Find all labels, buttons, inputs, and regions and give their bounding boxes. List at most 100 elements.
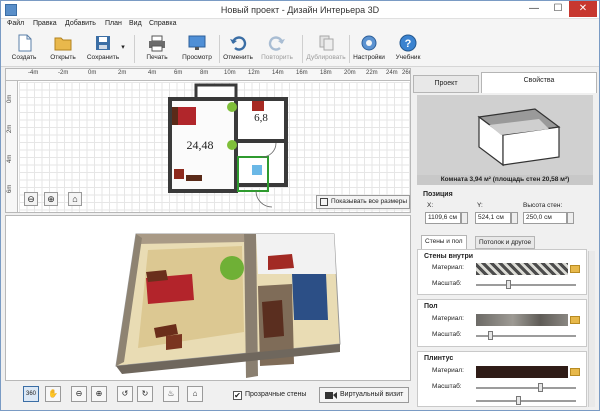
folder-icon[interactable] (570, 316, 580, 324)
panel-scrollbar[interactable] (588, 251, 595, 407)
desk-furniture[interactable] (186, 175, 202, 181)
gear-icon (361, 35, 377, 51)
material-label: Материал: (432, 315, 464, 322)
tab-walls-floor[interactable]: Стены и пол (421, 235, 467, 249)
pan-button[interactable]: ✋ (45, 386, 61, 402)
menu-edit[interactable]: Правка (33, 20, 57, 27)
y-spinner[interactable] (511, 212, 518, 224)
shower[interactable] (252, 165, 262, 175)
duplicate-button[interactable]: Дублировать (303, 33, 349, 65)
redo-icon (268, 36, 285, 51)
floor-plan[interactable]: 24,48 6,8 (156, 83, 306, 213)
3d-bathroom-tiles[interactable] (292, 274, 328, 320)
properties-panel: Проект Свойства Комната 3,94 м² (площадь… (413, 71, 597, 407)
transparent-walls-checkbox[interactable]: ✔ (233, 391, 242, 400)
floor-material-swatch[interactable] (476, 314, 568, 326)
tab-ceiling-other[interactable]: Потолок и другое (475, 236, 536, 249)
new-document-icon (18, 34, 32, 52)
minimize-button[interactable]: — (521, 1, 547, 17)
zoom-out-icon: ⊖ (75, 389, 83, 398)
zoom-out-3d-button[interactable]: ⊖ (71, 386, 87, 402)
home-3d-button[interactable]: ⌂ (187, 386, 203, 402)
open-button[interactable]: Открыть (43, 33, 83, 65)
material-label: Материал: (432, 264, 464, 271)
x-input[interactable]: 1109,6 см (425, 212, 461, 224)
3d-view[interactable] (5, 215, 411, 381)
zoom-in-3d-button[interactable]: ⊕ (91, 386, 107, 402)
tutorial-button[interactable]: ? Учебник (389, 33, 427, 65)
orbit-right-button[interactable]: ↻ (137, 386, 153, 402)
floor-group: Пол Материал: Масштаб: (417, 299, 587, 347)
3d-render[interactable] (6, 216, 411, 381)
walls-scale-slider[interactable] (476, 280, 576, 289)
save-dropdown-button[interactable]: ▾ (118, 33, 128, 65)
orbit-left-button[interactable]: ↺ (117, 386, 133, 402)
zoom-in-icon: ⊕ (95, 389, 103, 398)
room-preview (417, 95, 593, 181)
x-spinner[interactable] (461, 212, 468, 224)
svg-text:?: ? (405, 38, 412, 50)
3d-plant[interactable] (220, 256, 244, 280)
bathroom[interactable] (234, 139, 288, 187)
menu-file[interactable]: Файл (7, 20, 24, 27)
menu-help[interactable]: Справка (149, 20, 176, 27)
rotate-360-button[interactable]: 360 (23, 386, 39, 402)
home-button[interactable]: ⌂ (68, 192, 82, 206)
floppy-disk-icon (96, 36, 110, 50)
preview-button[interactable]: Просмотр (177, 33, 217, 65)
tab-project[interactable]: Проект (413, 75, 479, 93)
balcony-room[interactable] (194, 83, 238, 101)
help-icon: ? (399, 34, 417, 52)
home-icon: ⌂ (192, 389, 198, 398)
wall-height-spinner[interactable] (567, 212, 574, 224)
redo-button[interactable]: Повторить (255, 33, 299, 65)
scale-label: Масштаб: (432, 331, 462, 338)
folder-icon[interactable] (570, 265, 580, 273)
floor-scale-slider[interactable] (476, 331, 576, 340)
plinth-material-swatch[interactable] (476, 366, 568, 378)
plan-view[interactable]: -4m -2m 0m 2m 4m 6m 8m 10m 12m 14m 16m 1… (5, 68, 411, 213)
orbit-left-icon: ↺ (121, 389, 129, 398)
duplicate-icon (319, 35, 334, 51)
undo-icon (230, 36, 247, 51)
small-bed-furniture[interactable] (252, 101, 264, 111)
zoom-out-button[interactable]: ⊖ (24, 192, 38, 206)
maximize-button[interactable]: ☐ (545, 1, 571, 17)
menu-view[interactable]: Вид (129, 20, 142, 27)
3d-small-bed[interactable] (268, 254, 294, 270)
room-3d-preview (477, 108, 561, 167)
slider-thumb[interactable] (506, 280, 511, 289)
plinth-height-slider[interactable] (476, 396, 576, 405)
walls-material-swatch[interactable] (476, 263, 568, 275)
menu-add[interactable]: Добавить (65, 20, 96, 27)
wall-height-input[interactable]: 250,0 см (523, 212, 567, 224)
scale-label: Масштаб: (432, 383, 462, 390)
virtual-visit-button[interactable]: Виртуальный визит (319, 387, 409, 403)
menu-plan[interactable]: План (105, 20, 122, 27)
y-input[interactable]: 524,1 см (475, 212, 511, 224)
plant[interactable] (227, 140, 237, 150)
tab-properties[interactable]: Свойства (481, 72, 597, 93)
transparent-walls-label: Прозрачные стены (245, 391, 307, 398)
walls-inside-heading: Стены внутри (424, 253, 474, 260)
zoom-in-button[interactable]: ⊕ (44, 192, 58, 206)
plinth-scale-slider[interactable] (476, 383, 576, 392)
undo-button[interactable]: Отменить (218, 33, 258, 65)
dimensions-icon (320, 198, 328, 206)
chair-furniture[interactable] (174, 169, 184, 179)
settings-button[interactable]: Настройки (348, 33, 390, 65)
show-all-dimensions-button[interactable]: Показывать все размеры (316, 195, 410, 209)
slider-thumb[interactable] (516, 396, 521, 405)
plant[interactable] (227, 102, 237, 112)
create-button[interactable]: Создать (4, 33, 44, 65)
print-button[interactable]: Печать (137, 33, 177, 65)
save-button[interactable]: Сохранить (83, 33, 123, 65)
material-label: Материал: (432, 367, 464, 374)
menu-bar: Файл Правка Добавить План Вид Справка (1, 19, 599, 31)
slider-thumb[interactable] (488, 331, 493, 340)
slider-thumb[interactable] (538, 383, 543, 392)
x-label: X: (427, 202, 434, 209)
light-button[interactable]: ♨ (163, 386, 179, 402)
close-button[interactable]: ✕ (569, 1, 597, 17)
folder-icon[interactable] (570, 368, 580, 376)
